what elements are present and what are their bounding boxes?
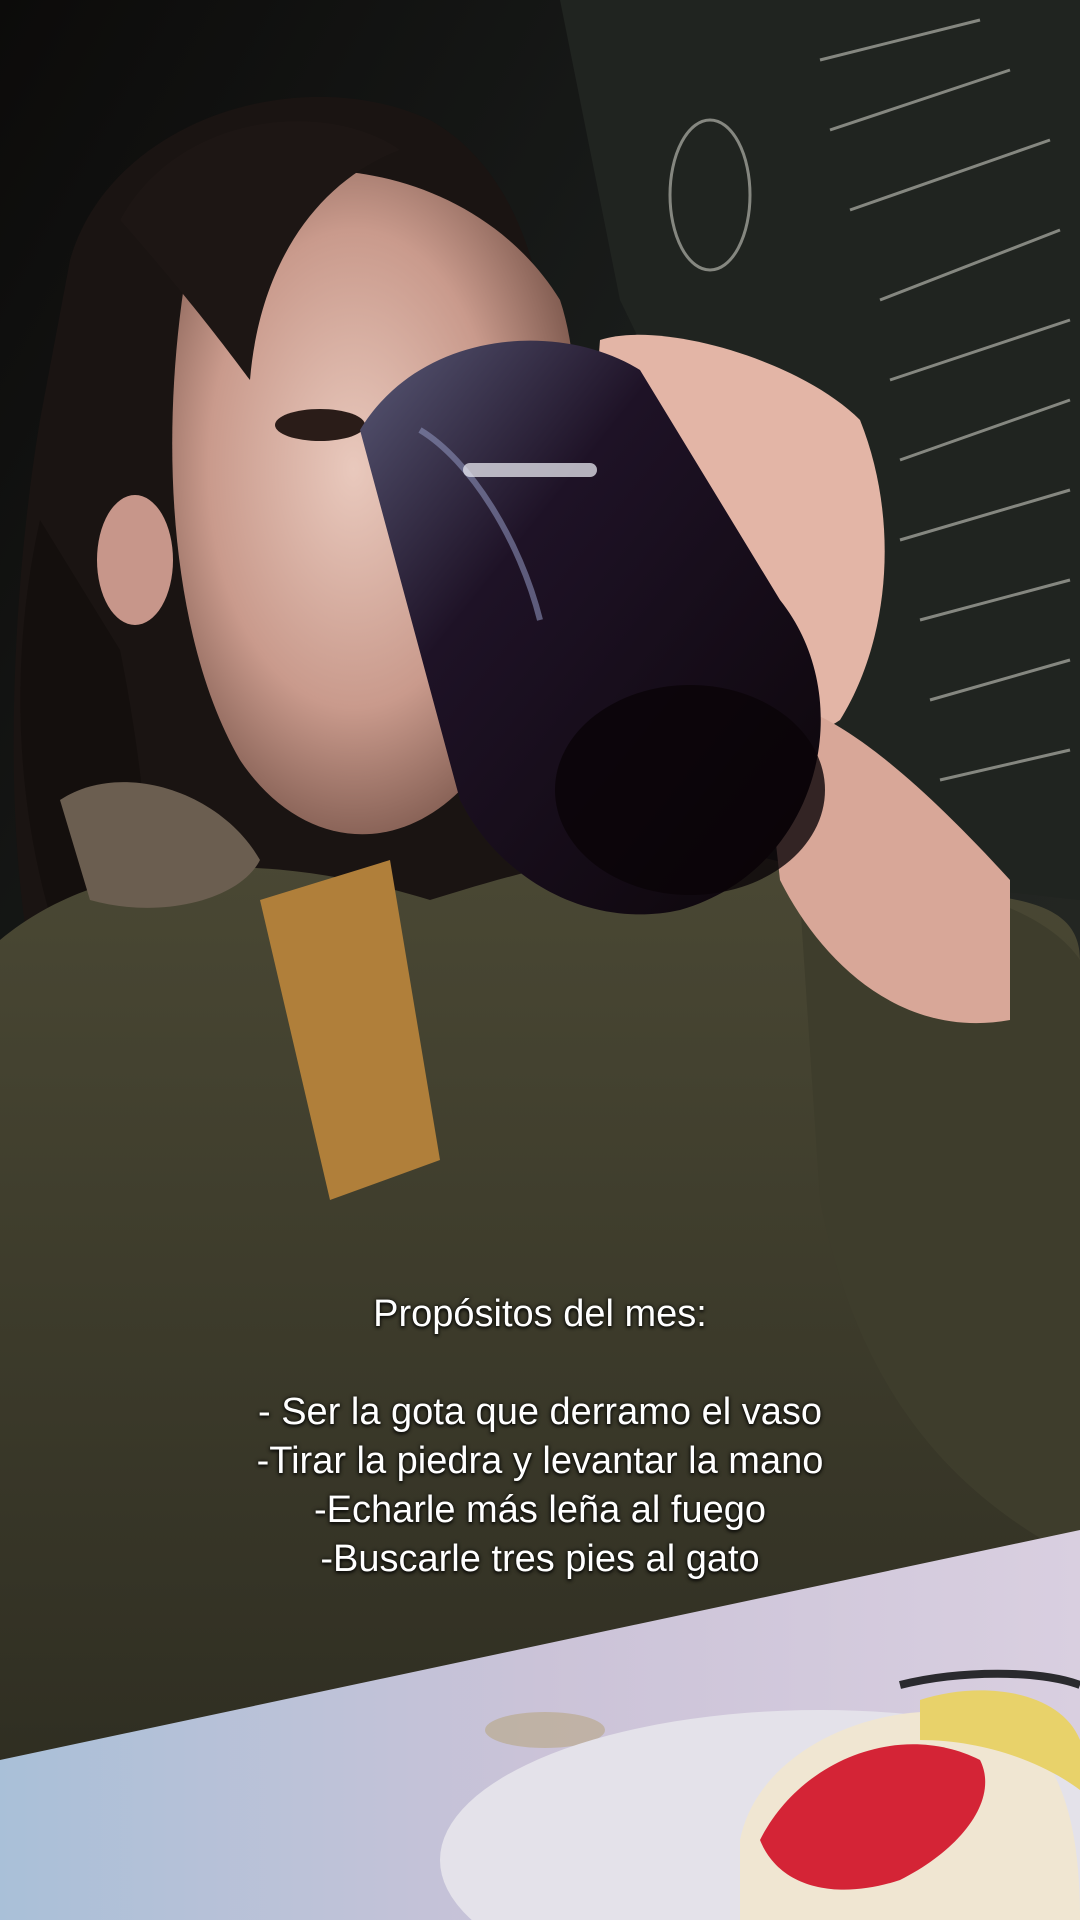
caption-line: -Buscarle tres pies al gato [320,1538,760,1580]
caption-line: - Ser la gota que derramo el vaso [258,1391,822,1433]
caption-line: -Echarle más leña al fuego [313,1489,767,1531]
caption-line: -Tirar la piedra y levantar la mano [256,1440,824,1482]
video-frame: Propósitos del mes: - Ser la gota que de… [0,0,1080,1920]
caption-title: Propósitos del mes: [373,1293,707,1335]
photo-scene [0,0,1080,1920]
caption-overlay: Propósitos del mes: - Ser la gota que de… [0,1290,1080,1584]
